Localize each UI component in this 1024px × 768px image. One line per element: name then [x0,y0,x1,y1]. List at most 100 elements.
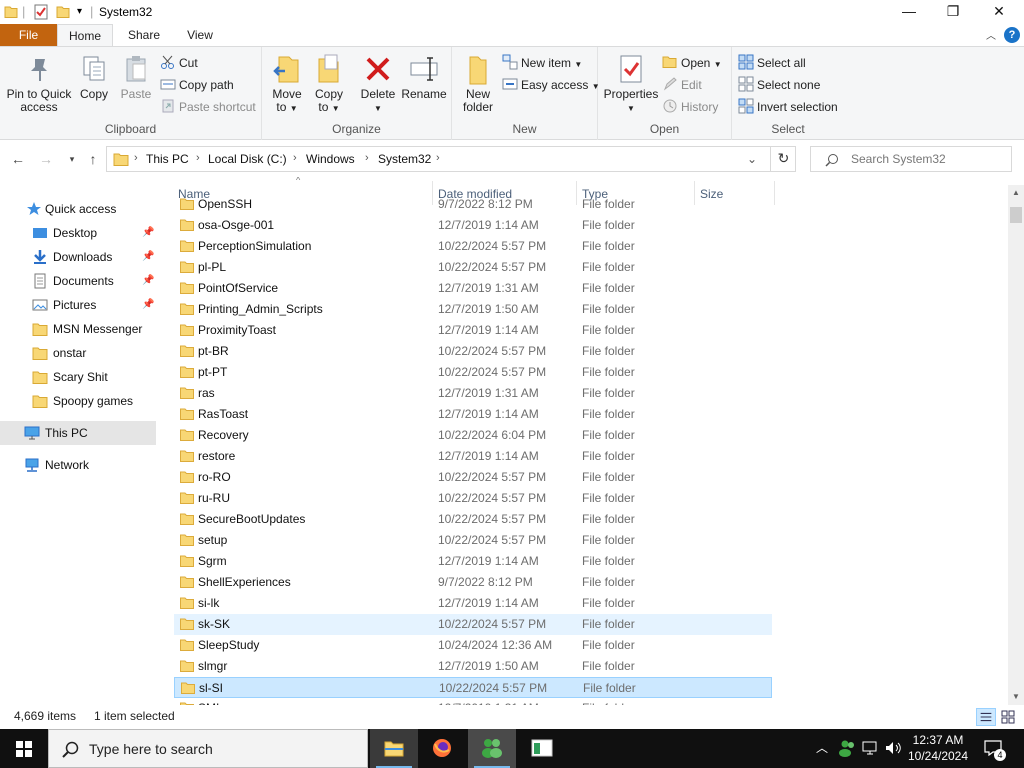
breadcrumb-separator-icon[interactable]: › [196,152,200,164]
cut-button[interactable]: Cut [160,53,198,73]
scroll-up-icon[interactable]: ▲ [1008,185,1024,201]
paste-shortcut-button[interactable]: Paste shortcut [160,97,256,117]
file-row[interactable]: restore 12/7/2019 1:14 AM File folder [174,446,772,467]
maximize-button[interactable]: ❐ [930,0,976,24]
msn-messenger-taskbar-button[interactable] [468,729,516,768]
file-row[interactable]: ro-RO 10/22/2024 5:57 PM File folder [174,467,772,488]
vertical-scrollbar[interactable]: ▲ ▼ [1008,185,1024,705]
back-arrow-icon[interactable]: ← [8,149,28,169]
paste-button[interactable]: Paste [116,53,156,101]
help-icon[interactable]: ? [1004,27,1020,43]
new-folder-button[interactable]: New folder [458,53,498,114]
column-separator[interactable] [774,181,775,205]
file-row[interactable]: pt-PT 10/22/2024 5:57 PM File folder [174,362,772,383]
breadcrumb-separator-icon[interactable]: › [365,152,369,164]
minimize-button[interactable]: — [886,0,932,24]
refresh-icon[interactable]: ↻ [770,146,796,172]
clock[interactable]: 12:37 AM 10/24/2024 [906,732,970,764]
file-row[interactable]: sk-SK 10/22/2024 5:57 PM File folder [174,614,772,635]
open-button[interactable]: Open ▼ [662,53,722,73]
collapse-ribbon-icon[interactable]: ︿ [986,27,996,42]
file-explorer-taskbar-button[interactable] [370,729,418,768]
volume-icon[interactable] [884,740,902,768]
network-tray-icon[interactable] [862,740,880,768]
file-row[interactable]: OpenSSH 9/7/2022 8:12 PM File folder [174,194,772,215]
nav-spoopy-games[interactable]: Spoopy games [0,389,156,413]
file-row[interactable]: ru-RU 10/22/2024 5:57 PM File folder [174,488,772,509]
file-row[interactable]: SecureBootUpdates 10/22/2024 5:57 PM File … [174,509,772,530]
details-view-icon[interactable] [976,708,996,726]
tab-share[interactable]: Share [116,24,172,46]
rename-button[interactable]: Rename [400,53,448,101]
breadcrumb-local-disk[interactable]: Local Disk (C:) [208,152,287,166]
file-row[interactable]: Sgrm 12/7/2019 1:14 AM File folder [174,551,772,572]
move-to-button[interactable]: Move to ▼ [268,53,306,115]
nav-documents[interactable]: Documents 📌 [0,269,156,293]
properties-button[interactable]: Properties ▼ [602,53,660,115]
file-row[interactable]: si-lk 12/7/2019 1:14 AM File folder [174,593,772,614]
nav-downloads[interactable]: Downloads 📌 [0,245,156,269]
breadcrumb-windows[interactable]: Windows [306,152,355,166]
nav-onstar[interactable]: onstar [0,341,156,365]
nav-desktop[interactable]: Desktop 📌 [0,221,156,245]
easy-access-button[interactable]: Easy access ▼ [502,75,600,95]
address-dropdown-icon[interactable]: ⌄ [747,152,757,166]
file-row[interactable]: RasToast 12/7/2019 1:14 AM File folder [174,404,772,425]
nav-scary-shit[interactable]: Scary Shit [0,365,156,389]
file-row[interactable]: ProximityToast 12/7/2019 1:14 AM File fold… [174,320,772,341]
windows-start-icon[interactable] [0,729,48,768]
file-row[interactable]: SMI 12/7/2019 1:31 AM File folder [174,698,772,705]
breadcrumb-this-pc[interactable]: This PC [146,152,189,166]
forward-arrow-icon[interactable]: → [36,149,56,169]
app-window-taskbar-button[interactable] [518,729,566,768]
copy-to-button[interactable]: Copy to ▼ [310,53,348,115]
customize-quick-access-icon[interactable]: ▾ [77,4,82,20]
close-button[interactable]: ✕ [976,0,1022,24]
file-row[interactable]: pt-BR 10/22/2024 5:57 PM File folder [174,341,772,362]
history-button[interactable]: History [662,97,718,117]
breadcrumb-separator-icon[interactable]: › [293,152,297,164]
firefox-taskbar-button[interactable] [418,729,466,768]
address-bar[interactable]: › This PC › Local Disk (C:) › Windows › … [106,146,796,172]
file-row[interactable]: pl-PL 10/22/2024 5:57 PM File folder [174,257,772,278]
show-hidden-icons-icon[interactable]: ︿ [816,729,828,768]
up-arrow-icon[interactable]: ↑ [83,149,103,169]
properties-icon[interactable] [33,4,49,20]
tab-view[interactable]: View [172,24,228,46]
file-row[interactable]: PerceptionSimulation 10/22/2024 5:57 PM Fi… [174,236,772,257]
search-input[interactable]: Search System32 [810,146,1012,172]
nav-msn-messenger[interactable]: MSN Messenger [0,317,156,341]
copy-button[interactable]: Copy [76,53,112,101]
delete-button[interactable]: Delete ▼ [358,53,398,115]
tab-file[interactable]: File [0,24,57,46]
messenger-tray-icon[interactable] [838,739,856,768]
file-row[interactable]: setup 10/22/2024 5:57 PM File folder [174,530,772,551]
action-center-button[interactable]: 4 [982,729,1006,768]
breadcrumb-system32[interactable]: System32 [378,152,431,166]
recent-locations-icon[interactable]: ▾ [62,149,82,169]
select-none-button[interactable]: Select none [738,75,820,95]
scroll-down-icon[interactable]: ▼ [1008,689,1024,705]
edit-button[interactable]: Edit [662,75,702,95]
breadcrumb-separator-icon[interactable]: › [436,152,440,164]
file-row[interactable]: osa-Osge-001 12/7/2019 1:14 AM File folder [174,215,772,236]
scrollbar-thumb[interactable] [1010,207,1022,223]
file-row[interactable]: slmgr 12/7/2019 1:50 AM File folder [174,656,772,677]
file-row[interactable]: ras 12/7/2019 1:31 AM File folder [174,383,772,404]
copy-path-button[interactable]: Copy path [160,75,234,95]
file-row[interactable]: SleepStudy 10/24/2024 12:36 AM File folder [174,635,772,656]
nav-network[interactable]: Network [0,453,156,477]
select-all-button[interactable]: Select all [738,53,806,73]
file-row[interactable]: PointOfService 12/7/2019 1:31 AM File fold… [174,278,772,299]
breadcrumb-separator-icon[interactable]: › [134,152,138,164]
new-item-button[interactable]: New item ▼ [502,53,582,73]
new-folder-icon[interactable] [56,4,70,20]
file-row[interactable]: Printing_Admin_Scripts 12/7/2019 1:50 AM F… [174,299,772,320]
nav-pictures[interactable]: Pictures 📌 [0,293,156,317]
taskbar-search-input[interactable]: Type here to search [48,729,368,768]
nav-quick-access[interactable]: Quick access [0,197,156,221]
nav-this-pc[interactable]: This PC [0,421,156,445]
file-row[interactable]: sl-SI 10/22/2024 5:57 PM File folder [174,677,772,698]
tab-home[interactable]: Home [57,24,113,46]
file-row[interactable]: ShellExperiences 9/7/2022 8:12 PM File fol… [174,572,772,593]
